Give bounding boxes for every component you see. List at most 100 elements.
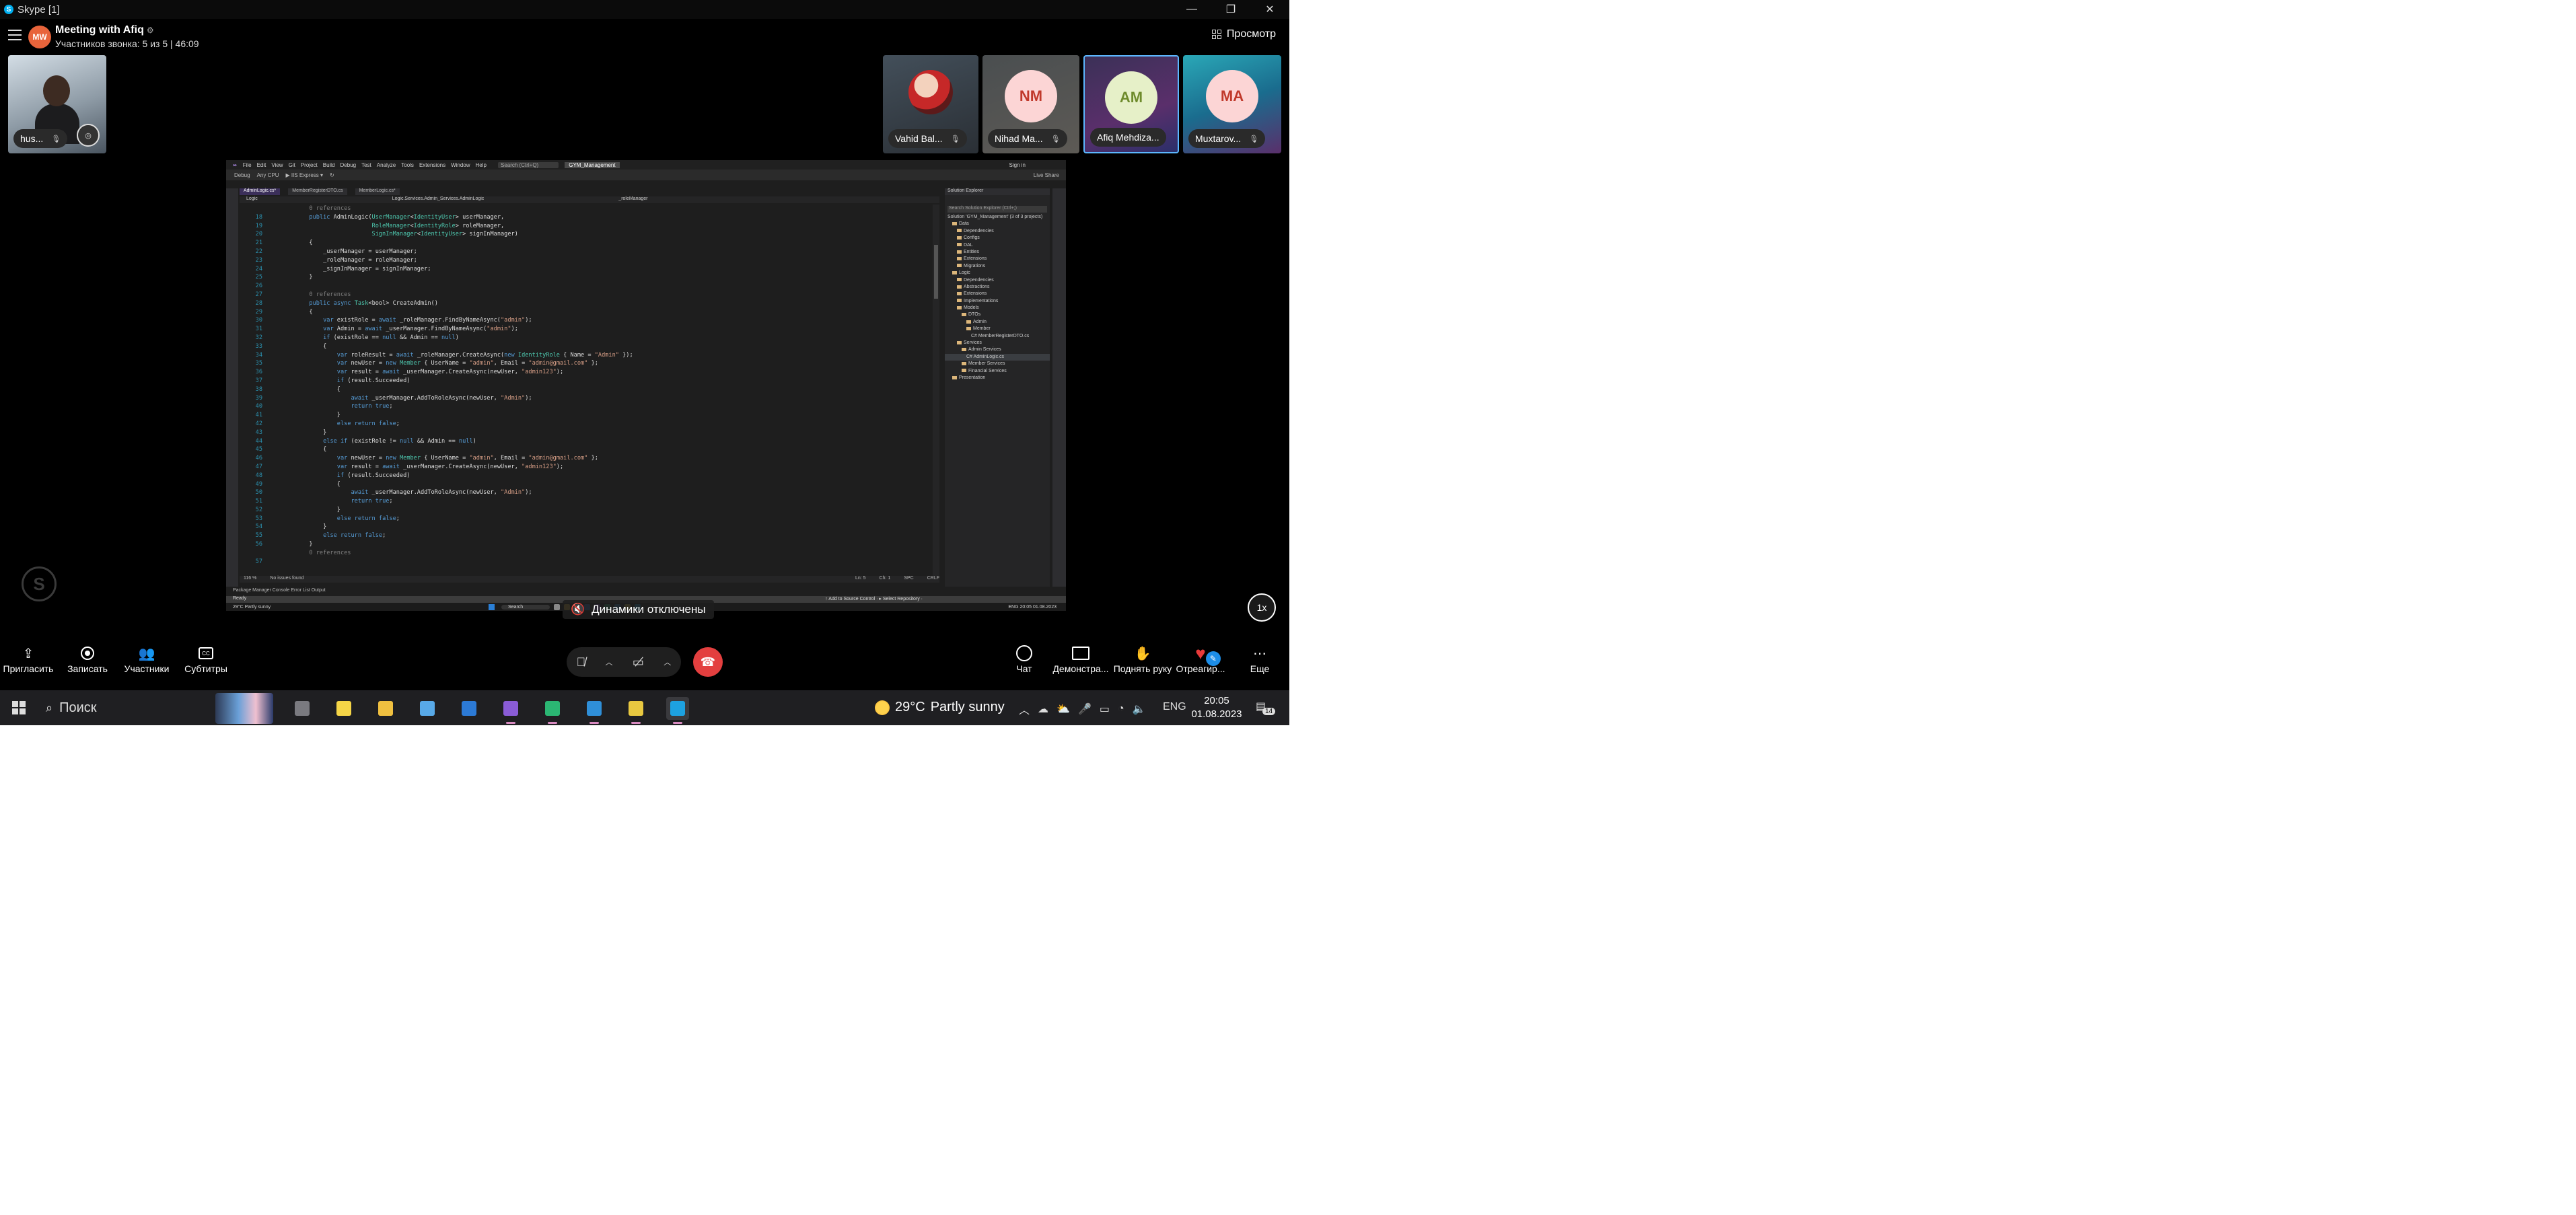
line-number: 37	[255, 377, 262, 384]
line-number: 30	[255, 317, 262, 324]
code-text: {	[281, 342, 327, 350]
meeting-avatar[interactable]: MW	[28, 26, 51, 48]
code-line: 43 }	[240, 429, 933, 437]
playback-speed-button[interactable]: 1x	[1248, 593, 1276, 622]
draw-app-icon[interactable]	[624, 697, 647, 724]
skype-icon[interactable]	[666, 697, 689, 724]
camera-options-chevron-icon[interactable]: ︿	[664, 657, 671, 667]
menu-icon[interactable]	[8, 30, 22, 40]
solution-node: Migrations	[945, 263, 1050, 270]
taskbar-clock[interactable]: 20:05 01.08.2023	[1191, 694, 1242, 721]
folder-icon	[957, 278, 962, 282]
code-line: 33 {	[240, 342, 933, 351]
wifi-icon[interactable]: ◔	[1118, 703, 1124, 715]
volume-muted-icon[interactable]: 🔈	[1133, 702, 1146, 716]
partly-sunny-icon	[875, 700, 890, 715]
language-indicator[interactable]: ENG	[1163, 701, 1186, 713]
file-explorer-icon[interactable]	[374, 697, 397, 720]
self-video-tile[interactable]: hus... 🎙 ◎	[8, 55, 106, 153]
line-number	[240, 205, 281, 213]
code-text: if (result.Succeeded)	[336, 377, 410, 384]
edge-icon[interactable]	[541, 697, 564, 724]
notifications-icon[interactable]: ▤ 14	[1256, 700, 1276, 715]
solution-node-label: Services	[964, 340, 982, 346]
weather-desc: Partly sunny	[930, 700, 1005, 714]
search-highlight-image[interactable]	[215, 693, 273, 724]
line-number: 53	[255, 515, 262, 522]
taskbar-search[interactable]: ⌕ Поиск	[46, 700, 97, 716]
screen-share-view[interactable]: ∞ File Edit View Git Project Build Debug Test An…	[226, 160, 1066, 611]
code-line: 46 var newUser = new Member { UserName =…	[240, 454, 933, 463]
chat-label: Чат	[1016, 663, 1032, 674]
task-view-icon[interactable]	[291, 697, 314, 720]
microphone-icon[interactable]: 🎤	[1078, 702, 1092, 716]
windows-start-icon[interactable]	[12, 701, 26, 714]
code-text: SignInManager<IdentityUser> signInManage…	[371, 231, 518, 238]
code-text: else return false;	[336, 420, 400, 427]
restore-button[interactable]: ❐	[1211, 0, 1250, 19]
more-button[interactable]: ⋯ Еще	[1229, 643, 1289, 675]
camera-off-button[interactable]: ▭̸	[633, 655, 644, 669]
code-text: RoleManager<IdentityRole> roleManager,	[371, 222, 505, 229]
chat-button[interactable]: Чат	[993, 643, 1055, 674]
code-line: 24 _signInManager = signInManager;	[240, 265, 933, 274]
pen-icon: ✎	[1205, 651, 1221, 666]
line-number: 54	[255, 523, 262, 531]
chevron-up-icon[interactable]: ︿	[1019, 701, 1030, 717]
hang-up-button[interactable]: ☎	[693, 647, 723, 677]
system-tray[interactable]: ︿ ☁ ⛅ 🎤 ▭ ◔ 🔈	[1019, 701, 1146, 717]
folder-icon	[952, 222, 957, 226]
folder-icon	[957, 257, 962, 260]
solution-node: Logic	[945, 270, 1050, 277]
onedrive-icon[interactable]: ☁	[1038, 702, 1048, 716]
subtitles-button[interactable]: CC Субтитры	[175, 643, 237, 674]
vs-menu-item: Debug	[340, 161, 357, 168]
meeting-title[interactable]: Meeting with Afiq ⚙	[55, 24, 154, 36]
invite-button[interactable]: ⇪ Пригласить	[0, 643, 59, 675]
minimize-button[interactable]: —	[1172, 0, 1211, 19]
code-text: else if (existRole != null && Admin == n…	[323, 437, 476, 445]
code-text: }	[281, 274, 313, 281]
vs-output-tabs: Package Manager Console Error List Outpu…	[226, 588, 1066, 595]
cloud-sync-icon[interactable]: ⛅	[1057, 702, 1070, 716]
solution-node: Data	[945, 221, 1050, 227]
battery-icon[interactable]: ▭	[1100, 702, 1110, 716]
visual-studio-icon[interactable]	[499, 697, 522, 724]
view-button[interactable]: Просмотр	[1211, 28, 1276, 40]
camera-options-icon[interactable]: ◎	[77, 124, 100, 147]
participant-tile[interactable]: Vahid Bal... 🎙	[883, 55, 978, 153]
line-number: 23	[255, 256, 262, 264]
vs-menu-item: Tools	[401, 161, 414, 168]
folder-icon	[952, 375, 957, 379]
share-screen-button[interactable]: Демонстра...	[1050, 643, 1112, 674]
vs-code-icon[interactable]	[583, 697, 606, 724]
mail-icon[interactable]	[458, 697, 480, 720]
line-number: 51	[255, 498, 262, 505]
solution-node: DTOs	[945, 311, 1050, 318]
vs-navigation-bar: Logic Logic.Services.Admin_Services.Admin…	[240, 196, 939, 203]
react-button[interactable]: ♥ ✎ Отреагир...	[1170, 643, 1231, 675]
close-button[interactable]: ✕	[1250, 0, 1289, 19]
record-button[interactable]: Записать	[57, 643, 118, 674]
line-number: 33	[255, 342, 262, 350]
line-number: 42	[255, 420, 262, 427]
line-number: 43	[255, 429, 262, 436]
ms-store-icon[interactable]	[416, 697, 439, 720]
skype-window: S Skype [1] — ❐ ✕ MW Meeting with Afiq ⚙ …	[0, 0, 1289, 725]
folder-icon	[957, 291, 962, 295]
sticky-notes-icon[interactable]	[332, 697, 355, 720]
participant-tile-active[interactable]: AM Afiq Mehdiza...	[1083, 55, 1179, 153]
line-number: 31	[255, 326, 262, 333]
participant-tile[interactable]: MA Muxtarov... 🎙	[1183, 55, 1281, 153]
settings-icon[interactable]: ⚙	[147, 26, 154, 35]
mic-muted-button[interactable]: 🎙̸	[577, 655, 586, 669]
mic-options-chevron-icon[interactable]: ︿	[606, 657, 613, 667]
line-number: 20	[255, 231, 262, 238]
code-text: 0 references	[281, 549, 351, 556]
line-number: 21	[255, 240, 262, 247]
participants-button[interactable]: 👥 Участники	[116, 643, 178, 675]
raise-hand-button[interactable]: ✋ Поднять руку	[1112, 643, 1174, 675]
participant-tile[interactable]: NM Nihad Ma... 🎙	[982, 55, 1079, 153]
raise-hand-label: Поднять руку	[1113, 663, 1172, 674]
taskbar-weather[interactable]: 29°C Partly sunny	[875, 700, 1005, 715]
